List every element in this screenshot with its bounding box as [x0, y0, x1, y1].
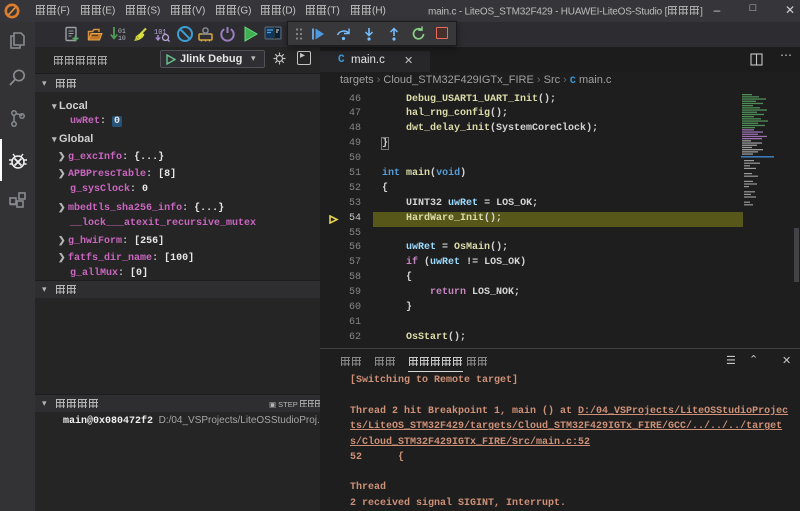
svg-text:101: 101: [154, 29, 167, 37]
svg-text:01: 01: [118, 28, 126, 35]
svg-text:10: 10: [118, 35, 126, 42]
